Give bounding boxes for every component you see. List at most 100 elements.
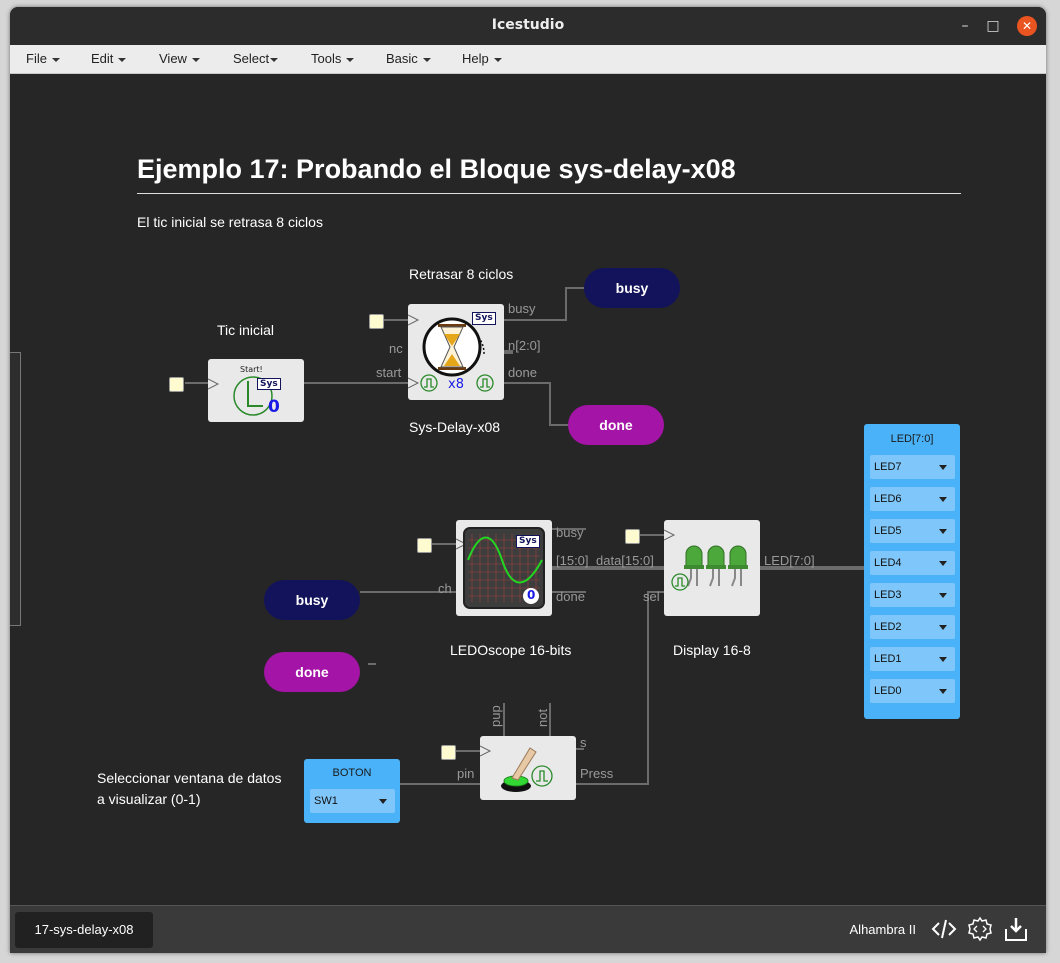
sys-badge: Sys: [472, 312, 496, 325]
close-icon[interactable]: ✕: [1017, 16, 1037, 36]
constant-input[interactable]: [369, 314, 384, 329]
label-done[interactable]: done: [568, 405, 664, 445]
led-select[interactable]: LED0: [870, 679, 955, 703]
port-busy: busy: [508, 301, 536, 316]
port-nc: nc: [389, 341, 403, 356]
start-label: Start!: [240, 365, 263, 374]
constant-input[interactable]: [417, 538, 432, 553]
port-led: LED[7:0]: [764, 553, 815, 568]
led-select[interactable]: LED2: [870, 615, 955, 639]
label-busy[interactable]: busy: [264, 580, 360, 620]
page-title: Ejemplo 17: Probando el Bloque sys-delay…: [137, 154, 736, 184]
design-canvas[interactable]: Ejemplo 17: Probando el Bloque sys-delay…: [10, 74, 1046, 905]
menu-file[interactable]: File: [26, 51, 60, 66]
app-window: Icestudio – □ ✕ File Edit View Select To…: [10, 7, 1046, 953]
titlebar: Icestudio – □ ✕: [10, 7, 1046, 45]
footer-bar: 17-sys-delay-x08 Alhambra II: [10, 905, 1046, 953]
maximize-icon[interactable]: □: [983, 16, 1003, 36]
sys-badge: Sys: [257, 378, 281, 390]
upload-icon[interactable]: [1003, 916, 1029, 942]
button-block[interactable]: [480, 736, 576, 800]
chevron-down-icon: [422, 57, 431, 62]
port-data: data[15:0]: [596, 553, 654, 568]
start-value: 0: [268, 397, 280, 417]
port-busy: busy: [556, 525, 584, 540]
pin-select[interactable]: SW1: [310, 789, 395, 813]
comment-retrasar: Retrasar 8 ciclos: [409, 266, 514, 282]
led-select[interactable]: LED4: [870, 551, 955, 575]
side-dock-strip: [10, 352, 21, 626]
display-name: Display 16-8: [673, 642, 751, 658]
comment-tic: Tic inicial: [217, 322, 275, 338]
comment-select-2: a visualizar (0-1): [97, 791, 201, 807]
constant-input[interactable]: [625, 529, 640, 544]
port-bus: [15:0]: [556, 553, 589, 568]
chevron-down-icon: [493, 57, 502, 62]
chevron-down-icon: [939, 465, 947, 470]
comment-select-1: Seleccionar ventana de datos: [97, 770, 282, 786]
sys-badge: Sys: [516, 535, 540, 548]
boton-panel-title: BOTON: [332, 767, 372, 779]
led-select[interactable]: LED6: [870, 487, 955, 511]
port-press: Press: [580, 766, 614, 781]
chevron-down-icon: [939, 593, 947, 598]
constant-input[interactable]: [441, 745, 456, 760]
menu-select[interactable]: Select: [233, 51, 279, 66]
label-done[interactable]: done: [264, 652, 360, 692]
port-sel: sel: [643, 589, 660, 604]
chevron-down-icon: [379, 799, 387, 804]
window-title: Icestudio: [491, 17, 565, 33]
led-select[interactable]: LED5: [870, 519, 955, 543]
chevron-down-icon: [118, 57, 127, 62]
led-select[interactable]: LED3: [870, 583, 955, 607]
leds-icon: [664, 529, 748, 591]
chevron-down-icon: [51, 57, 60, 62]
label-busy[interactable]: busy: [584, 268, 680, 308]
ledoscope-block[interactable]: Sys 0: [456, 520, 552, 616]
led-panel-title: LED[7:0]: [890, 433, 934, 445]
chevron-down-icon: [939, 497, 947, 502]
title-divider: [137, 193, 961, 194]
led-select[interactable]: LED7: [870, 455, 955, 479]
chevron-down-icon: [191, 57, 200, 62]
display-block[interactable]: [664, 520, 760, 616]
chevron-down-icon: [939, 689, 947, 694]
menu-view[interactable]: View: [159, 51, 200, 66]
design-tab[interactable]: 17-sys-delay-x08: [15, 912, 153, 948]
ledoscope-name: LEDOscope 16-bits: [450, 642, 572, 658]
port-ch: ch: [438, 581, 452, 596]
menu-basic[interactable]: Basic: [386, 51, 431, 66]
board-name[interactable]: Alhambra II: [850, 922, 916, 937]
scope-value: 0: [527, 588, 536, 602]
start-block[interactable]: Start! Sys 0: [208, 359, 304, 422]
port-done: done: [508, 365, 537, 380]
chevron-down-icon: [939, 529, 947, 534]
port-start: start: [376, 365, 402, 380]
port-pin: pin: [457, 766, 475, 781]
chevron-down-icon: [939, 657, 947, 662]
subtitle-text: El tic inicial se retrasa 8 ciclos: [137, 214, 323, 230]
push-button-icon: [480, 745, 553, 792]
menu-edit[interactable]: Edit: [91, 51, 127, 66]
boton-input-panel[interactable]: BOTON SW1: [304, 759, 400, 823]
port-pup: pup: [488, 705, 503, 727]
menubar: File Edit View Select Tools Basic Help: [10, 45, 1046, 74]
sys-delay-name: Sys-Delay-x08: [409, 419, 501, 435]
gear-code-icon[interactable]: [967, 916, 993, 942]
port-s: s: [580, 735, 587, 750]
port-not: not: [535, 708, 550, 727]
led-select[interactable]: LED1: [870, 647, 955, 671]
code-icon[interactable]: [931, 916, 957, 942]
port-done: done: [556, 589, 585, 604]
constant-input[interactable]: [169, 377, 184, 392]
sys-delay-block[interactable]: Sys x8: [408, 304, 504, 400]
chevron-down-icon: [939, 625, 947, 630]
chevron-down-icon: [939, 561, 947, 566]
menu-help[interactable]: Help: [462, 51, 502, 66]
menu-tools[interactable]: Tools: [311, 51, 355, 66]
multiplier-label: x8: [448, 377, 464, 392]
led-output-panel[interactable]: LED[7:0] LED7 LED6 LED5 LED4 LED3 LED2 L…: [864, 424, 960, 719]
port-n: n[2:0]: [508, 338, 541, 353]
chevron-down-icon: [346, 57, 355, 62]
minimize-icon[interactable]: –: [955, 16, 975, 36]
